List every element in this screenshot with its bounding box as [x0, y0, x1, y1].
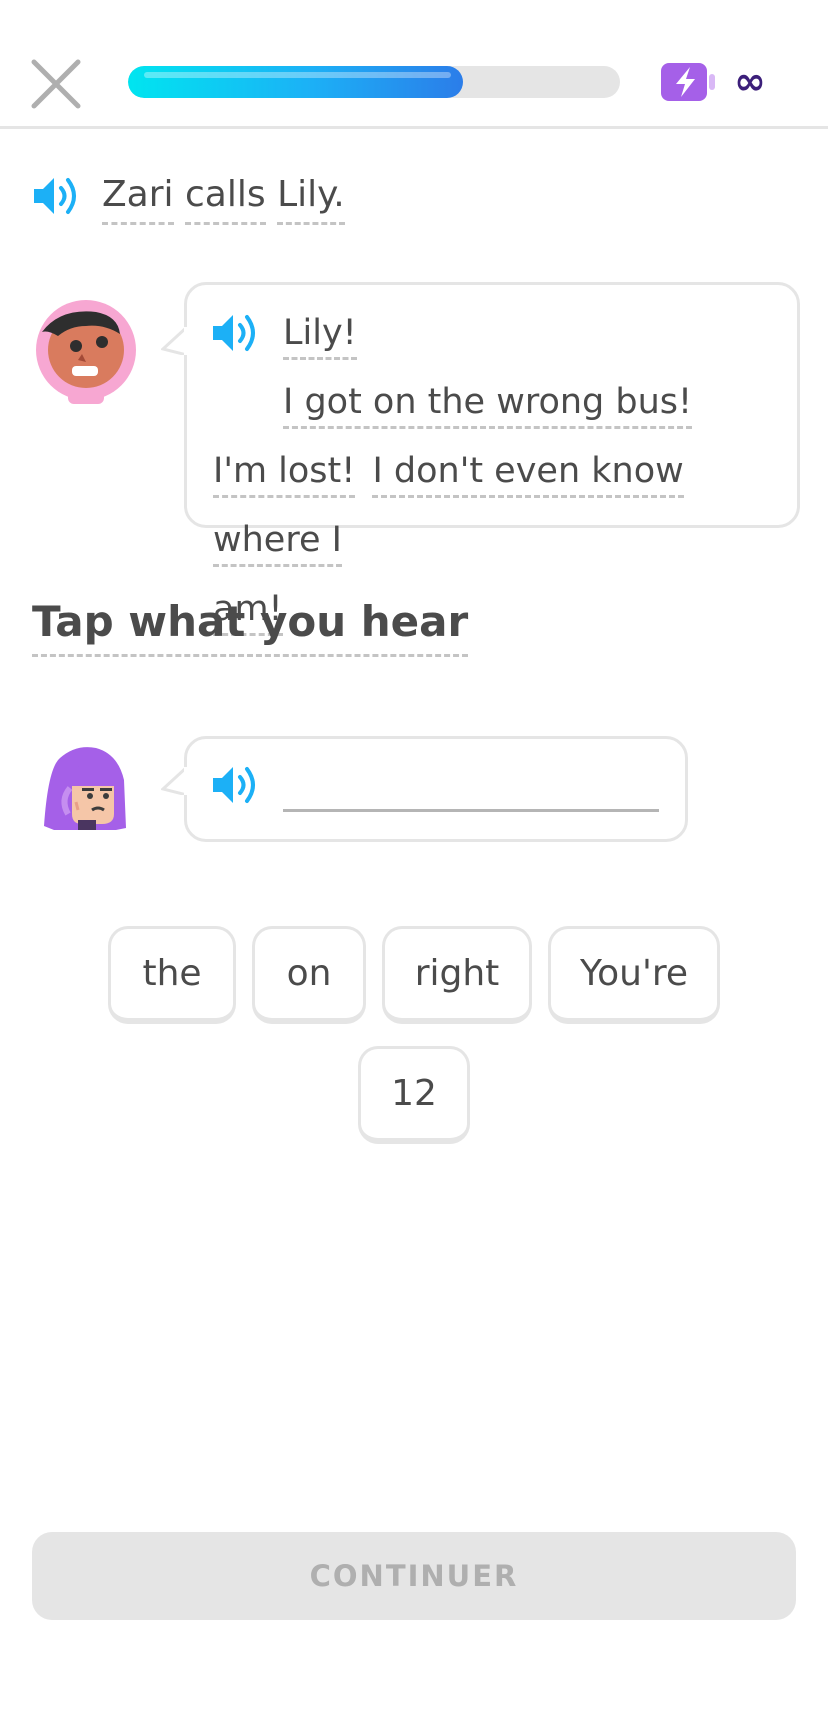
lesson-progress-bar — [128, 66, 620, 98]
zari-speech-bubble: Lily! I got on the wrong bus! I'm lost! … — [161, 282, 800, 636]
dialogue-phrase[interactable]: I'm lost! — [213, 449, 356, 498]
lily-avatar — [40, 744, 132, 830]
dialogue-phrase[interactable]: where I — [213, 518, 342, 567]
narration-sentence: Zari calls Lily. — [102, 170, 345, 230]
zari-dialogue-line: Lily! I got on the wrong bus! — [213, 299, 773, 437]
word-tile[interactable]: right — [382, 926, 532, 1024]
word-tile[interactable]: You're — [548, 926, 720, 1024]
bubble-tail — [161, 327, 187, 355]
speaker-icon — [213, 767, 255, 803]
zari-avatar — [34, 300, 138, 408]
continue-button[interactable]: CONTINUER — [32, 1532, 796, 1620]
word-tile[interactable]: 12 — [358, 1046, 470, 1144]
bubble-tail — [161, 767, 187, 795]
narration-word[interactable]: calls — [184, 170, 266, 225]
energy-infinity-label: ∞ — [734, 59, 766, 103]
dialogue-phrase[interactable]: I don't even know — [372, 449, 684, 498]
close-icon — [31, 59, 81, 109]
lily-speech-bubble — [161, 736, 688, 842]
zari-dialogue-line: I'm lost! I don't even know where I — [213, 437, 773, 575]
narration-word[interactable]: Lily. — [277, 170, 345, 225]
zari-dialogue: Lily! I got on the wrong bus! I'm lost! … — [213, 299, 773, 644]
speaker-icon — [34, 178, 76, 214]
progress-gloss — [144, 72, 451, 78]
lesson-progress-fill — [128, 66, 463, 98]
lily-speaker-button[interactable] — [211, 763, 263, 807]
narration-word[interactable]: Zari — [102, 170, 174, 225]
narration-speaker-button[interactable] — [32, 174, 84, 218]
close-button[interactable] — [28, 56, 84, 112]
dialogue-phrase[interactable]: I got on the wrong bus! — [283, 380, 693, 429]
dialogue-phrase[interactable]: Lily! — [283, 311, 357, 360]
header-divider — [0, 126, 828, 129]
word-tile[interactable]: on — [252, 926, 366, 1024]
exercise-prompt-title: Tap what you hear — [32, 596, 469, 657]
energy-battery-icon — [660, 62, 716, 102]
answer-drop-line[interactable] — [283, 809, 659, 812]
word-tile[interactable]: the — [108, 926, 236, 1024]
